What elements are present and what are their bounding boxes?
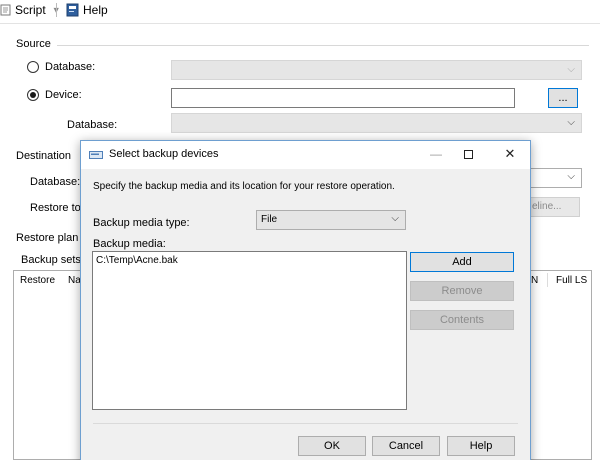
chevron-down-icon: ⌵ [567, 117, 575, 128]
column-header-n[interactable]: N [531, 275, 538, 286]
maximize-icon [463, 150, 473, 159]
restore-plan-label: Restore plan [16, 232, 79, 244]
media-type-label: Backup media type: [93, 217, 190, 229]
column-header-full-ls[interactable]: Full LS [556, 275, 587, 286]
select-backup-devices-dialog: Select backup devices — ✕ Specify the ba… [80, 140, 531, 460]
remove-button[interactable]: Remove [410, 281, 514, 301]
database-radio-circle[interactable] [27, 61, 39, 73]
help-book-icon [66, 3, 79, 17]
device-database-combo[interactable]: ⌵ [171, 113, 582, 133]
add-label: Add [452, 256, 472, 268]
dialog-titlebar[interactable]: Select backup devices — ✕ [81, 141, 530, 169]
cancel-button[interactable]: Cancel [372, 436, 440, 456]
minimize-icon: — [430, 147, 442, 161]
close-button[interactable]: ✕ [497, 145, 523, 165]
help-dialog-button[interactable]: Help [447, 436, 515, 456]
backup-sets-label: Backup sets [21, 254, 81, 266]
help-label: Help [83, 3, 108, 17]
script-icon [0, 4, 11, 16]
toolbar: Script ▼ Help [0, 0, 600, 24]
minimize-button[interactable]: — [423, 145, 449, 165]
help-dialog-label: Help [469, 440, 493, 452]
backup-device-icon [89, 151, 103, 159]
column-header-restore[interactable]: Restore [20, 275, 55, 286]
database-radio[interactable]: Database: [27, 61, 95, 73]
column-header-name[interactable]: Na [68, 275, 81, 286]
browse-button-label: ... [558, 92, 568, 104]
destination-database-combo[interactable]: ⌵ [530, 168, 582, 188]
cancel-label: Cancel [388, 440, 424, 452]
device-radio[interactable]: Device: [27, 89, 82, 101]
contents-label: Contents [439, 314, 485, 326]
list-item[interactable]: C:\Temp\Acne.bak [96, 255, 178, 266]
source-database-label: Database: [67, 119, 118, 131]
chevron-down-icon: ⌵ [567, 64, 575, 75]
source-divider [57, 45, 589, 46]
chevron-down-icon: ⌵ [391, 213, 399, 224]
media-type-value: File [261, 214, 278, 225]
column-divider [547, 273, 548, 287]
dialog-description: Specify the backup media and its locatio… [93, 181, 395, 192]
destination-database-label: Database: [30, 176, 81, 188]
contents-button[interactable]: Contents [410, 310, 514, 330]
media-type-select[interactable]: File ⌵ [256, 210, 406, 230]
device-radio-label: Device: [45, 89, 82, 101]
device-radio-circle[interactable] [27, 89, 39, 101]
timeline-label: eline... [532, 201, 562, 212]
dialog-divider [93, 423, 518, 424]
help-button[interactable]: Help [66, 0, 108, 20]
remove-label: Remove [441, 285, 483, 297]
media-list-label: Backup media: [93, 238, 166, 250]
destination-section-label: Destination [16, 150, 72, 162]
script-button[interactable]: Script ▼ [0, 0, 61, 20]
dialog-title: Select backup devices [109, 148, 219, 160]
browse-device-button[interactable]: ... [548, 88, 578, 108]
timeline-button[interactable]: eline... [530, 197, 580, 217]
add-button[interactable]: Add [410, 252, 514, 272]
source-section-label: Source [16, 38, 51, 50]
toolbar-separator [56, 3, 57, 17]
script-label: Script [15, 3, 46, 17]
ok-label: OK [324, 440, 340, 452]
device-path-input[interactable] [171, 88, 515, 108]
chevron-down-icon: ⌵ [567, 171, 575, 182]
source-database-combo: ⌵ [171, 60, 582, 80]
restore-to-label: Restore to [30, 202, 81, 214]
backup-media-list[interactable]: C:\Temp\Acne.bak [92, 251, 407, 410]
maximize-button[interactable] [455, 145, 481, 165]
database-radio-label: Database: [45, 61, 96, 73]
close-icon: ✕ [504, 146, 516, 161]
ok-button[interactable]: OK [298, 436, 366, 456]
